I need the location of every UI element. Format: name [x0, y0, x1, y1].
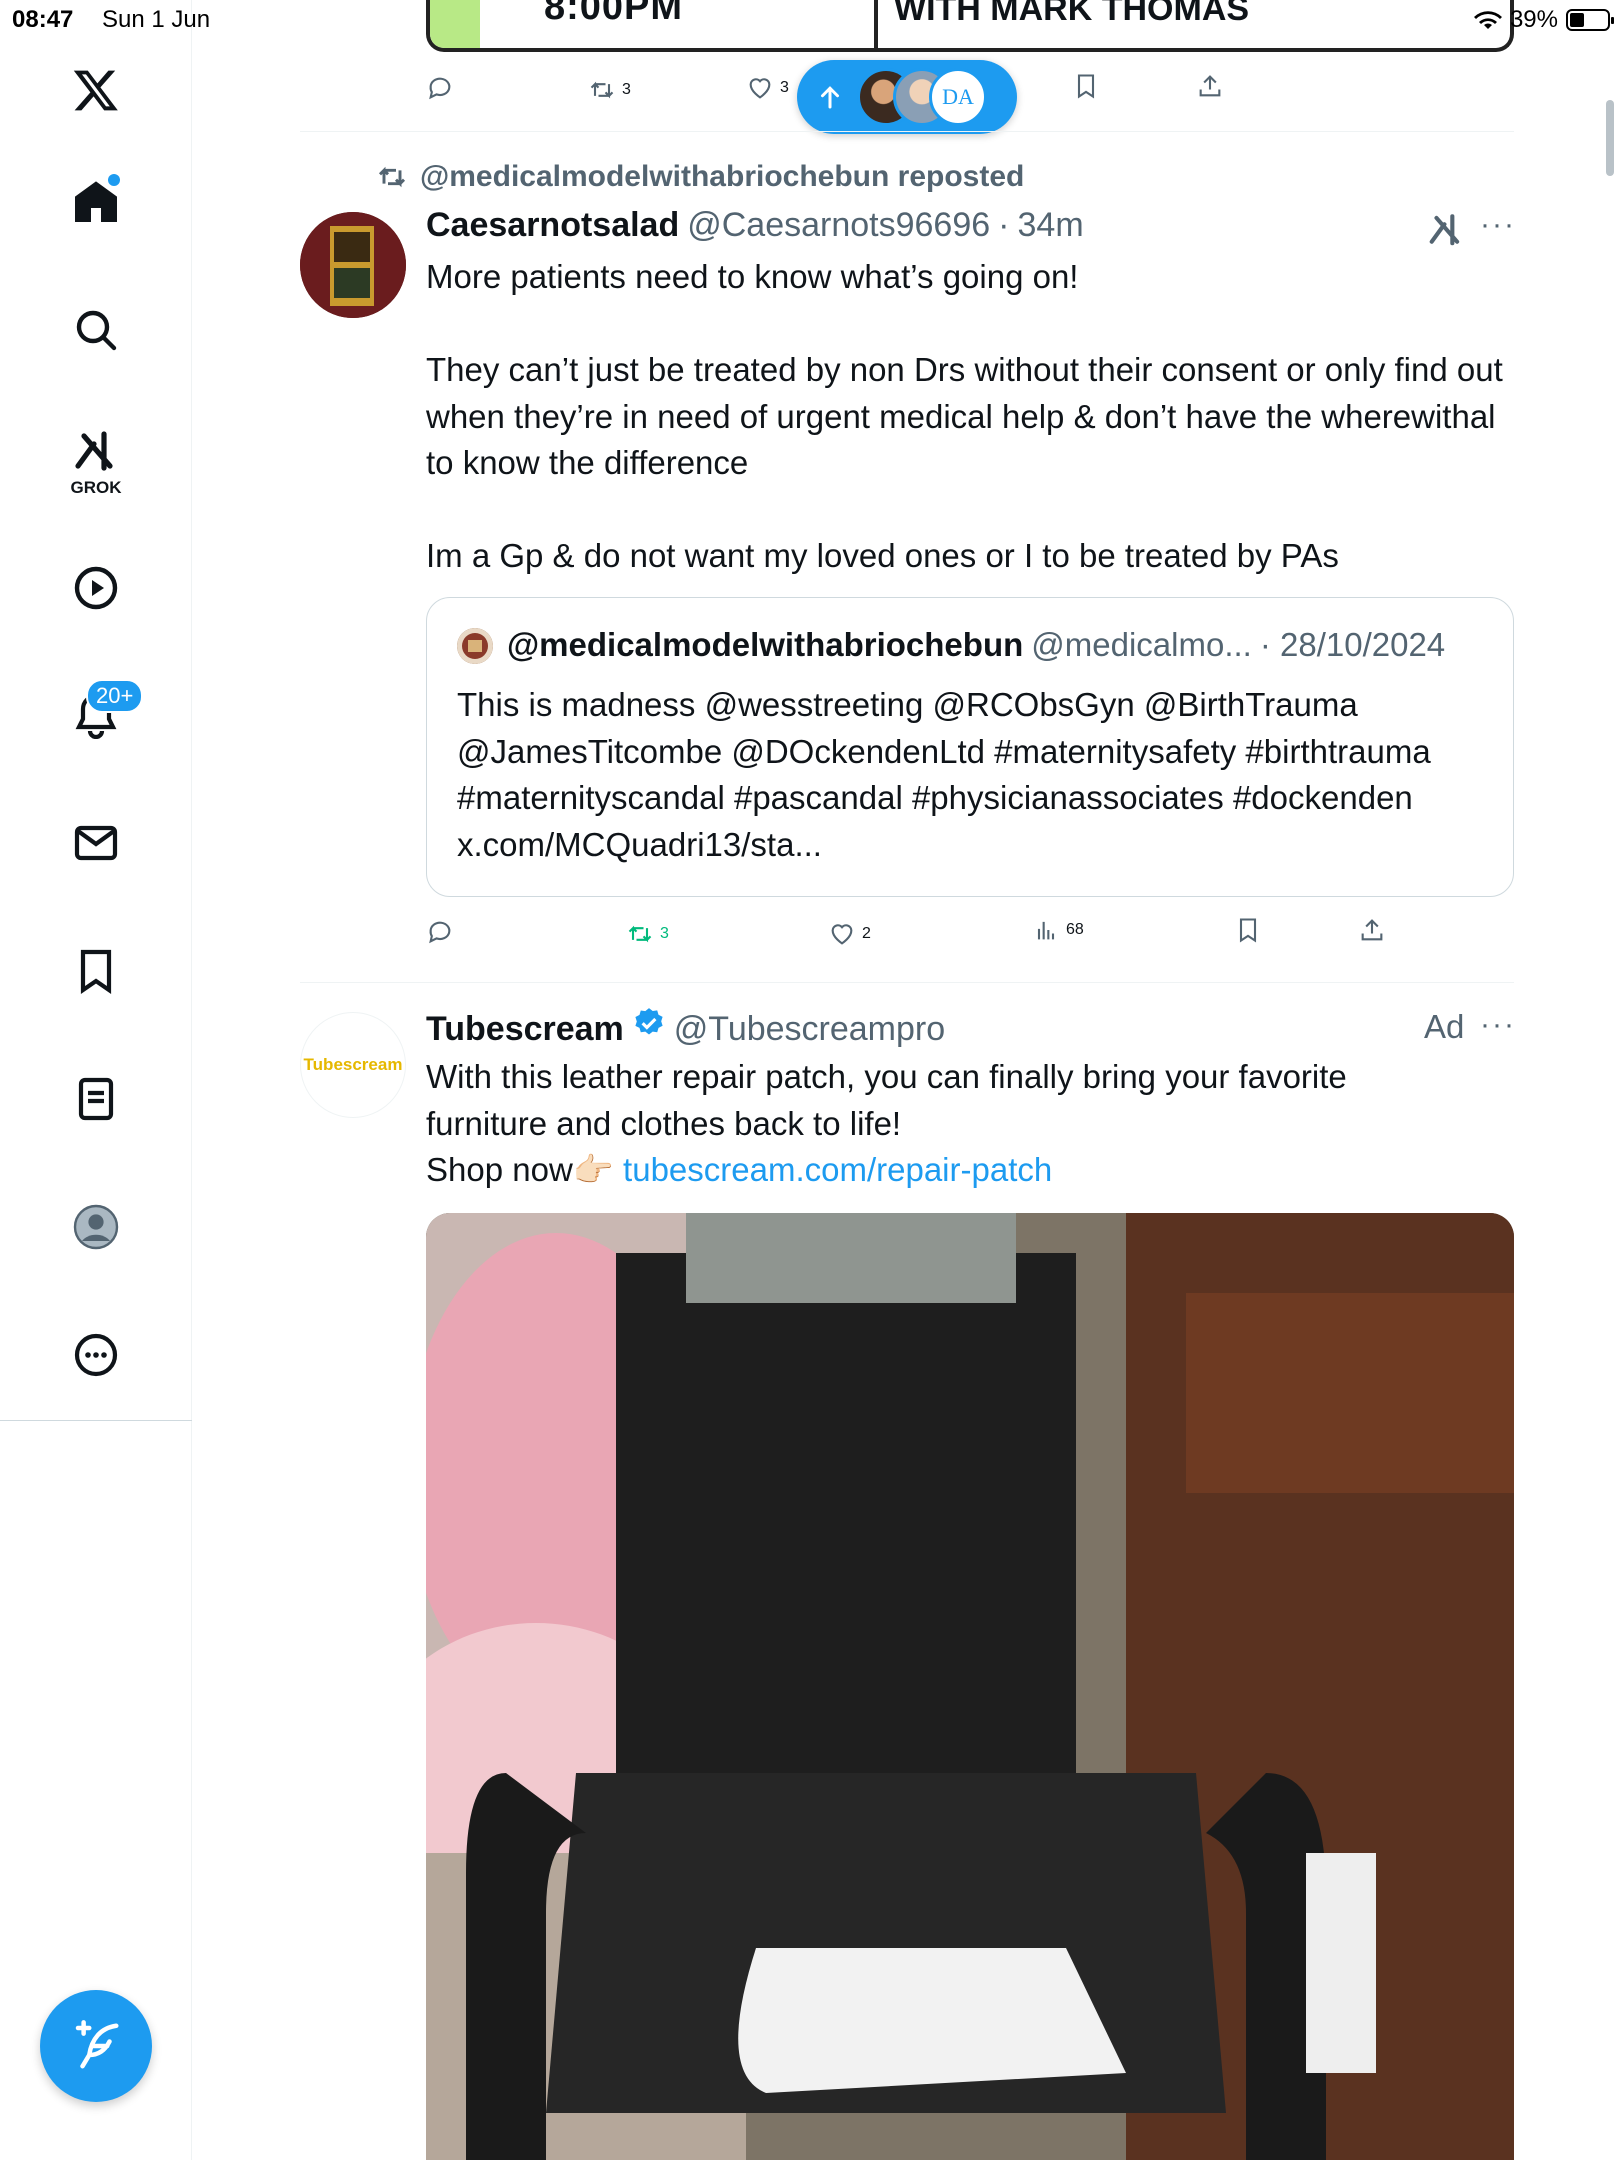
share-button[interactable]	[1358, 916, 1386, 944]
status-time: 08:47	[12, 6, 74, 33]
views-button[interactable]: 68	[1032, 916, 1084, 944]
pill-avatar-3: DA	[929, 68, 987, 126]
avatar[interactable]: Tubescream	[300, 1012, 406, 1118]
shop-now-text: Shop now👉🏻	[426, 1151, 624, 1188]
avatar-image	[300, 212, 406, 318]
status-right: 39%	[1473, 6, 1614, 34]
timeline-feed: 8:00PM WITH MARK THOMAS 3 3 DA @medicalm…	[300, 0, 1614, 2160]
ad-link[interactable]: tubescream.com/repair-patch	[623, 1151, 1052, 1188]
bookmark-button[interactable]	[1234, 916, 1262, 944]
share-icon	[1199, 75, 1221, 97]
grok-explain-icon[interactable]	[1427, 210, 1465, 248]
status-date: Sun 1 Jun	[102, 6, 211, 33]
advertiser-logo-text: Tubescream	[303, 1055, 403, 1074]
ad-label: Ad	[1424, 1008, 1465, 1045]
profile-avatar[interactable]	[46, 1177, 146, 1277]
repost-icon	[378, 166, 406, 188]
notifications-icon[interactable]: 20+	[46, 665, 146, 765]
x-logo-icon[interactable]	[46, 40, 146, 140]
repost-button[interactable]: 3	[626, 920, 669, 948]
like-count: 3	[780, 79, 789, 96]
feather-plus-icon	[75, 2020, 119, 2069]
user-handle[interactable]: @Tubescreampro	[674, 1010, 945, 1049]
lists-icon[interactable]	[46, 1049, 146, 1149]
display-name[interactable]: Caesarnotsalad	[426, 206, 679, 245]
display-name[interactable]: Tubescream	[426, 1010, 624, 1049]
tweet-text: With this leather repair patch, you can …	[426, 1054, 1466, 1194]
tweet-text: More patients need to know what’s going …	[426, 258, 1503, 574]
grok-label: GROK	[70, 478, 122, 497]
scrollbar[interactable]	[1606, 100, 1614, 176]
tweet-separator	[300, 131, 1514, 132]
share-icon	[1361, 919, 1383, 941]
views-icon	[1037, 921, 1055, 940]
quoted-handle: @medicalmo...	[1031, 626, 1252, 663]
repost-by-text: @medicalmodelwithabriochebun reposted	[420, 160, 1025, 193]
quoted-display-name: @medicalmodelwithabriochebun	[507, 626, 1024, 663]
notifications-badge: 20+	[86, 679, 144, 713]
repost-attribution[interactable]: @medicalmodelwithabriochebun reposted	[376, 160, 1024, 194]
repost-button[interactable]: 3	[588, 76, 631, 104]
heart-icon	[831, 924, 853, 945]
like-count: 2	[862, 925, 871, 942]
like-button[interactable]: 2	[828, 920, 871, 948]
more-options-icon[interactable]	[46, 1305, 146, 1405]
like-button[interactable]: 3	[746, 74, 789, 102]
repost-count: 3	[660, 925, 669, 942]
ad-video[interactable]	[426, 1213, 1514, 2160]
sidebar: GROK 20+	[0, 0, 192, 2160]
bookmark-icon	[1077, 74, 1095, 99]
reply-icon	[429, 77, 451, 100]
search-icon[interactable]	[46, 280, 146, 380]
home-icon[interactable]	[46, 152, 146, 252]
tweet-header: Caesarnotsalad @Caesarnots96696 · 34m	[426, 206, 1084, 245]
battery-icon	[1566, 9, 1614, 31]
compose-post-button[interactable]	[40, 1990, 152, 2102]
wifi-icon	[1473, 11, 1502, 29]
heart-icon	[749, 78, 771, 99]
arrow-up-icon	[821, 86, 839, 109]
repost-icon	[590, 81, 614, 99]
reply-button[interactable]	[426, 74, 454, 102]
views-count: 68	[1066, 921, 1084, 938]
tweet-time[interactable]: 34m	[1018, 206, 1084, 245]
bookmark-button[interactable]	[1072, 72, 1100, 100]
share-button[interactable]	[1196, 72, 1224, 100]
dot-separator: ·	[998, 206, 1010, 244]
tweet-header: Tubescream @Tubescreampro	[426, 1006, 945, 1049]
messages-icon[interactable]	[46, 793, 146, 893]
quoted-text: This is madness @wesstreeting @RCObsGyn …	[457, 686, 1431, 863]
avatar[interactable]	[300, 212, 406, 318]
user-handle[interactable]: @Caesarnots96696	[687, 206, 990, 245]
ad-text: With this leather repair patch, you can …	[426, 1058, 1356, 1142]
quoted-avatar	[457, 628, 493, 664]
video-frame-image	[426, 1213, 1514, 2160]
home-unread-dot	[108, 174, 120, 186]
more-menu-icon[interactable]: ···	[1480, 208, 1516, 242]
sidebar-divider	[0, 1420, 192, 1421]
quoted-date: · 28/10/2024	[1259, 626, 1446, 663]
battery-percent: 39%	[1509, 6, 1558, 33]
tweet-separator	[300, 982, 1514, 983]
quoted-tweet[interactable]: @medicalmodelwithabriochebun @medicalmo.…	[426, 597, 1514, 897]
reply-button[interactable]	[426, 918, 454, 946]
bookmark-icon	[1239, 918, 1257, 943]
repost-icon	[628, 925, 652, 943]
repost-count: 3	[622, 81, 631, 98]
quoted-header: @medicalmodelwithabriochebun @medicalmo.…	[507, 626, 1445, 664]
status-bar: 08:47 Sun 1 Jun 39%	[0, 0, 1620, 40]
bookmarks-icon[interactable]	[46, 921, 146, 1021]
more-menu-icon[interactable]: ···	[1480, 1008, 1516, 1042]
reply-icon	[429, 921, 451, 944]
verified-badge-icon	[635, 1008, 663, 1035]
new-posts-pill[interactable]: DA	[797, 60, 1017, 134]
video-icon[interactable]	[46, 538, 146, 638]
